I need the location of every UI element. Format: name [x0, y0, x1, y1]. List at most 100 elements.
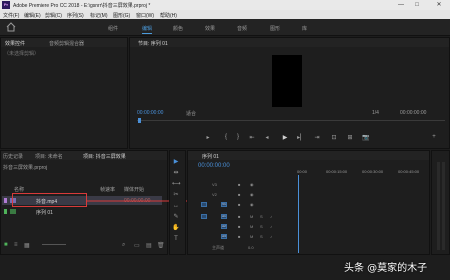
tab-history[interactable]: 历史记录: [3, 153, 23, 160]
workspace-libraries[interactable]: 库: [302, 25, 307, 32]
tab-audio-clip-mixer[interactable]: 音频剪辑混合器: [49, 40, 84, 47]
track-select-tool-icon[interactable]: ⇹: [172, 169, 180, 177]
mark-out-button[interactable]: }: [234, 134, 242, 140]
selection-tool-icon[interactable]: ▶: [172, 158, 180, 166]
mic-icon[interactable]: ♪: [270, 224, 272, 229]
playhead-bar[interactable]: [137, 120, 445, 121]
go-to-in-button[interactable]: ⇤: [248, 134, 256, 141]
home-icon[interactable]: [6, 22, 16, 32]
track-v3-label[interactable]: V3: [212, 182, 217, 187]
mark-in-button[interactable]: {: [222, 134, 230, 140]
new-bin-icon[interactable]: ▭: [134, 242, 140, 249]
step-forward-button[interactable]: ▸▏: [297, 134, 305, 141]
track-lock-icon[interactable]: ■: [238, 192, 240, 197]
solo-icon[interactable]: S: [260, 214, 263, 219]
mute-icon[interactable]: M: [250, 224, 253, 229]
maximize-button[interactable]: □: [410, 0, 424, 10]
ruler-label: 00:00:30:00: [362, 169, 384, 174]
audio-meter-right: [442, 162, 445, 250]
track-v2-label[interactable]: V2: [212, 192, 217, 197]
razor-tool-icon[interactable]: ✂: [172, 191, 180, 199]
program-duration: 00:00:00:00: [400, 110, 427, 116]
new-item-icon[interactable]: ▤: [146, 242, 152, 249]
track-visibility-icon[interactable]: ◉: [250, 182, 254, 187]
project-item-row[interactable]: 序列 01: [2, 207, 162, 216]
menu-help[interactable]: 帮助(H): [160, 12, 177, 19]
window-titlebar: Pr Adobe Premiere Pro CC 2018 - E:\gsnrr…: [0, 0, 450, 10]
menu-sequence[interactable]: 序列(S): [67, 12, 84, 19]
mic-icon[interactable]: ♪: [270, 234, 272, 239]
lock-icon[interactable]: ■: [4, 242, 8, 248]
extract-button[interactable]: ⊞: [346, 134, 354, 141]
lift-button[interactable]: ⊡: [330, 134, 338, 141]
track-v1-target[interactable]: V1: [221, 202, 227, 207]
minimize-button[interactable]: —: [394, 0, 408, 10]
slip-tool-icon[interactable]: ↔: [172, 202, 180, 210]
icon-view-icon[interactable]: ▦: [24, 242, 30, 249]
master-level-value[interactable]: 0.0: [248, 245, 254, 250]
ripple-edit-tool-icon[interactable]: ⟷: [172, 180, 181, 188]
label-color-swatch: [4, 209, 7, 214]
program-timecode[interactable]: 00:00:00:00: [137, 110, 163, 116]
column-name-header[interactable]: 名称: [14, 186, 24, 193]
step-back-button[interactable]: ◂: [263, 134, 271, 141]
workspace-effects[interactable]: 效果: [205, 25, 215, 32]
tab-program-monitor[interactable]: 节目: 序列 01: [138, 40, 168, 47]
column-media-start-header[interactable]: 媒体开始: [124, 186, 144, 193]
resolution-dropdown[interactable]: 1/4: [372, 110, 379, 116]
find-icon[interactable]: ⌕: [122, 242, 125, 249]
track-a2-target[interactable]: A2: [221, 224, 227, 229]
list-view-icon[interactable]: ≡: [14, 242, 18, 248]
timeline-playhead[interactable]: [298, 175, 299, 253]
playhead-marker[interactable]: [138, 118, 141, 123]
button-editor-button[interactable]: +: [430, 134, 438, 140]
play-button[interactable]: ▶: [281, 134, 289, 141]
column-frame-rate-header[interactable]: 帧速率: [100, 186, 115, 193]
menu-window[interactable]: 窗口(W): [136, 12, 154, 19]
track-lock-icon[interactable]: ■: [238, 224, 240, 229]
trash-icon[interactable]: 🗑: [157, 242, 165, 249]
track-lock-icon[interactable]: ■: [238, 214, 240, 219]
pen-tool-icon[interactable]: ✎: [172, 213, 180, 221]
mute-icon[interactable]: M: [250, 214, 253, 219]
menu-graphics[interactable]: 图形(G): [113, 12, 130, 19]
track-a3-target[interactable]: A3: [221, 234, 227, 239]
track-lock-icon[interactable]: ■: [238, 182, 240, 187]
hand-tool-icon[interactable]: ✋: [172, 224, 180, 232]
go-to-out-button[interactable]: ⇥: [313, 134, 321, 141]
type-tool-icon[interactable]: T: [172, 235, 180, 243]
workspace-graphics[interactable]: 图形: [270, 25, 280, 32]
mute-icon[interactable]: M: [250, 234, 253, 239]
track-a1-target[interactable]: A1: [221, 214, 227, 219]
export-frame-button[interactable]: 📷: [362, 134, 370, 141]
timeline-timecode[interactable]: 00:00:00:00: [198, 163, 230, 169]
menu-clip[interactable]: 剪辑(C): [45, 12, 62, 19]
solo-icon[interactable]: S: [260, 224, 263, 229]
source-patch-v1[interactable]: [201, 202, 207, 207]
track-lock-icon[interactable]: ■: [238, 234, 240, 239]
menu-bar: 文件(F) 编辑(E) 剪辑(C) 序列(S) 标记(M) 图形(G) 窗口(W…: [0, 10, 450, 19]
tab-sequence-01[interactable]: 序列 01: [202, 153, 219, 160]
workspace-assembly[interactable]: 组件: [108, 25, 118, 32]
menu-edit[interactable]: 编辑(E): [24, 12, 41, 19]
menu-file[interactable]: 文件(F): [3, 12, 19, 19]
add-marker-button[interactable]: ▸: [204, 134, 212, 141]
source-patch-a1[interactable]: [201, 214, 207, 219]
track-visibility-icon[interactable]: ◉: [250, 192, 254, 197]
project-footer: ■ ≡ ▦ ⌕ ▭ ▤ 🗑: [2, 241, 166, 251]
workspace-audio[interactable]: 音频: [237, 25, 247, 32]
tab-project-untitled[interactable]: 项目: 未命名: [35, 153, 63, 160]
solo-icon[interactable]: S: [260, 234, 263, 239]
track-visibility-icon[interactable]: ◉: [250, 202, 254, 207]
workspace-color[interactable]: 颜色: [173, 25, 183, 32]
zoom-slider[interactable]: [42, 244, 66, 245]
workspace-editing[interactable]: 编辑: [142, 25, 153, 34]
close-button[interactable]: ✕: [432, 0, 446, 10]
track-lock-icon[interactable]: ■: [238, 202, 240, 207]
mic-icon[interactable]: ♪: [270, 214, 272, 219]
tab-effect-controls[interactable]: 效果控件: [5, 40, 25, 47]
fit-dropdown[interactable]: 适合: [186, 110, 196, 117]
workspace-bar: 组件 编辑 颜色 效果 音频 图形 库: [0, 19, 450, 36]
tab-project-douyin[interactable]: 项目: 抖音三屏效果: [83, 153, 126, 160]
menu-marker[interactable]: 标记(M): [90, 12, 108, 19]
